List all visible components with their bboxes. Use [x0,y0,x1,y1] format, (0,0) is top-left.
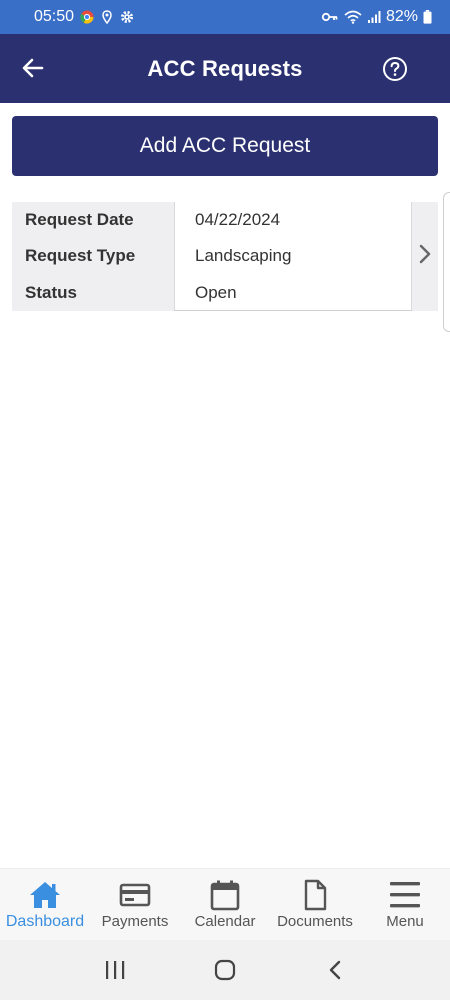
request-card[interactable]: Request Date Request Type Status 04/22/2… [12,202,438,311]
system-nav-bar [0,940,450,1000]
menu-icon [390,882,420,908]
bottom-nav: Dashboard Payments Calendar Documents Me… [0,868,450,940]
add-acc-request-button[interactable]: Add ACC Request [12,116,438,176]
request-date-value: 04/22/2024 [195,210,281,230]
nav-menu[interactable]: Menu [360,869,450,940]
nav-calendar-label: Calendar [194,913,256,930]
chevron-right-icon [418,243,432,270]
request-type-value: Landscaping [195,246,292,266]
nav-calendar[interactable]: Calendar [180,869,270,940]
request-labels: Request Date Request Type Status [12,202,174,311]
nav-documents[interactable]: Documents [270,869,360,940]
credit-card-icon [119,883,151,907]
chrome-icon [80,10,94,24]
open-request-button[interactable] [412,202,438,311]
signal-icon [367,10,381,24]
help-icon[interactable] [382,56,408,82]
system-back-icon[interactable] [320,955,350,985]
recent-apps-icon[interactable] [100,955,130,985]
app-bar: ACC Requests [0,34,450,103]
wifi-icon [344,10,362,24]
status-time: 05:50 [34,8,75,25]
nav-documents-label: Documents [277,913,353,930]
request-type-label: Request Type [25,246,136,266]
request-date-label: Request Date [25,210,134,230]
status-left: 05:50 [34,8,134,26]
nav-payments[interactable]: Payments [90,869,180,940]
home-button-icon[interactable] [210,955,240,985]
settings-gear-icon [120,10,134,24]
location-icon [100,10,114,25]
back-arrow-icon[interactable] [20,54,48,82]
home-icon [30,882,60,908]
status-value: Open [195,282,237,302]
document-icon [304,879,327,911]
nav-dashboard[interactable]: Dashboard [0,869,90,940]
nav-dashboard-label: Dashboard [5,913,85,930]
side-drawer-handle[interactable] [443,192,450,332]
nav-menu-label: Menu [386,913,424,930]
battery-icon [423,10,432,24]
vpn-key-icon [321,10,339,24]
battery-percent: 82% [385,8,418,25]
status-right: 82% [321,8,432,26]
calendar-icon [210,880,240,911]
request-values: 04/22/2024 Landscaping Open [174,202,412,311]
status-bar: 05:50 82% [0,0,450,34]
nav-payments-label: Payments [101,913,169,930]
status-label: Status [25,282,77,302]
